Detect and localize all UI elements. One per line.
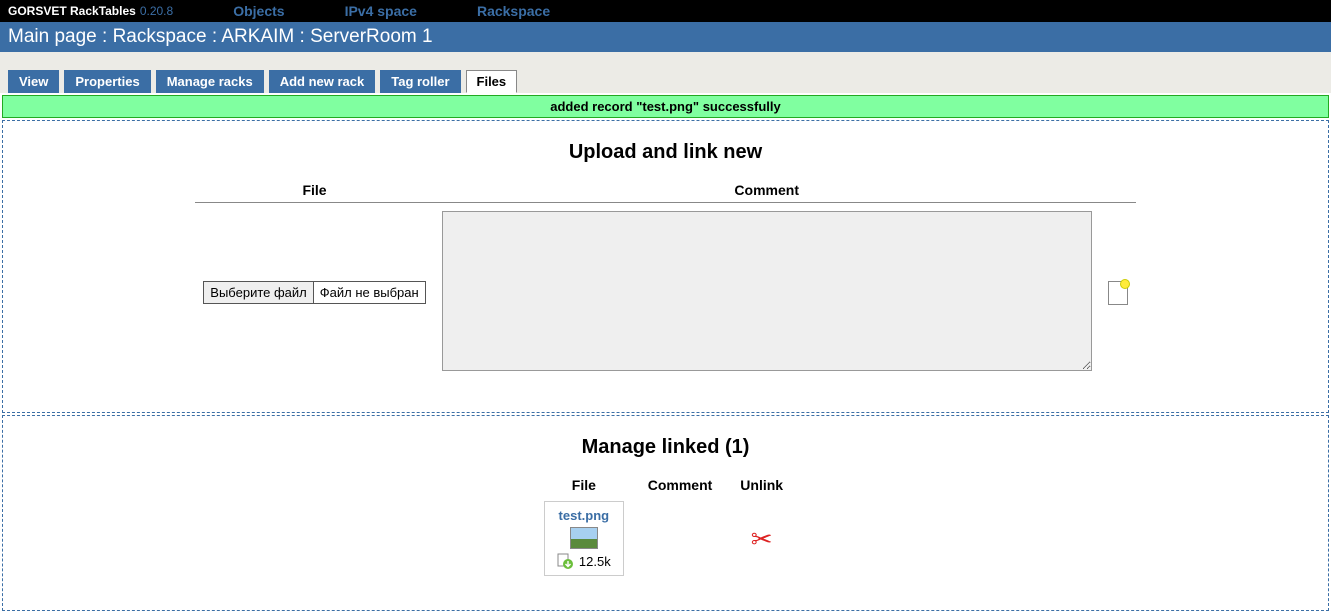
create-icon[interactable] — [1108, 281, 1128, 305]
choose-file-button[interactable]: Выберите файл — [203, 281, 313, 304]
app-name: GORSVET RackTables — [8, 4, 136, 18]
app-version: 0.20.8 — [140, 4, 173, 18]
upload-col-comment: Comment — [434, 178, 1100, 203]
thumbnail-icon[interactable] — [570, 527, 598, 549]
breadcrumb-main[interactable]: Main page — [8, 26, 97, 47]
linked-col-comment: Comment — [634, 473, 727, 497]
nav-rackspace[interactable]: Rackspace — [477, 3, 550, 19]
tab-view[interactable]: View — [8, 70, 59, 93]
manage-linked-panel: Manage linked (1) File Comment Unlink te… — [2, 415, 1329, 611]
top-nav: Objects IPv4 space Rackspace — [233, 3, 610, 19]
breadcrumb-room[interactable]: ServerRoom 1 — [310, 26, 433, 47]
tabs-bar: View Properties Manage racks Add new rac… — [0, 52, 1331, 93]
nav-objects[interactable]: Objects — [233, 3, 284, 19]
tab-manage-racks[interactable]: Manage racks — [156, 70, 264, 93]
file-cell: test.png 12.5k — [544, 501, 624, 576]
upload-col-file: File — [195, 178, 433, 203]
tab-add-new-rack[interactable]: Add new rack — [269, 70, 376, 93]
file-size: 12.5k — [579, 554, 611, 569]
breadcrumb-arkaim[interactable]: ARKAIM — [221, 26, 294, 47]
tab-files[interactable]: Files — [466, 70, 518, 93]
tab-tag-roller[interactable]: Tag roller — [380, 70, 460, 93]
tab-properties[interactable]: Properties — [64, 70, 150, 93]
table-row: test.png 12.5k ✂ — [534, 497, 797, 580]
file-chosen-status: Файл не выбран — [314, 281, 426, 304]
success-message: added record "test.png" successfully — [2, 95, 1329, 118]
breadcrumb-rackspace[interactable]: Rackspace — [113, 26, 207, 47]
download-icon[interactable] — [557, 553, 573, 569]
upload-title: Upload and link new — [7, 141, 1324, 164]
nav-ipv4-space[interactable]: IPv4 space — [345, 3, 417, 19]
unlink-scissors-icon[interactable]: ✂ — [751, 524, 773, 554]
linked-col-file: File — [534, 473, 634, 497]
top-bar: GORSVET RackTables 0.20.8 Objects IPv4 s… — [0, 0, 1331, 22]
linked-col-unlink: Unlink — [726, 473, 797, 497]
upload-panel: Upload and link new File Comment Выберит… — [2, 120, 1329, 413]
file-link[interactable]: test.png — [559, 508, 610, 523]
manage-linked-title: Manage linked (1) — [7, 436, 1324, 459]
breadcrumb: Main page : Rackspace : ARKAIM : ServerR… — [0, 22, 1331, 52]
comment-textarea[interactable] — [442, 211, 1092, 371]
